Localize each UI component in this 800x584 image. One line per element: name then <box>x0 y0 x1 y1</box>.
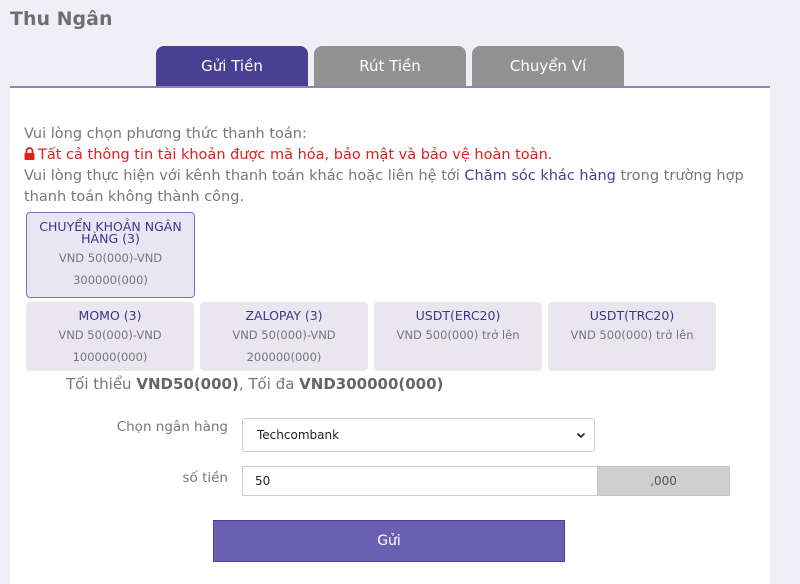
bank-select-value: Techcombank <box>257 428 340 442</box>
method-name: ZALOPAY (3) <box>245 308 323 323</box>
chevron-down-icon <box>576 432 586 439</box>
security-warning-text: Tất cả thông tin tài khoản được mã hóa, … <box>38 147 553 163</box>
method-range: VND 50(000)-VND 300000(000) <box>58 251 163 287</box>
method-bank-transfer[interactable]: CHUYỂN KHOẢN NGÂN HÀNG (3) VND 50(000)-V… <box>26 212 195 298</box>
method-zalopay[interactable]: ZALOPAY (3) VND 50(000)-VND 200000(000) <box>200 302 368 371</box>
intro-line-3: Vui lòng thực hiện với kênh thanh toán k… <box>24 166 744 208</box>
intro-text: Vui lòng chọn phương thức thanh toán: Tấ… <box>24 124 744 208</box>
submit-button[interactable]: Gửi <box>213 520 565 562</box>
lock-icon <box>24 147 35 160</box>
page-title: Thu Ngân <box>10 8 113 30</box>
limit-max-value: VND300000(000) <box>299 375 444 393</box>
method-name: USDT(ERC20) <box>415 308 501 323</box>
tab-wallet-transfer[interactable]: Chuyển Ví <box>472 46 624 86</box>
intro-line-3-prefix: Vui lòng thực hiện với kênh thanh toán k… <box>24 168 465 184</box>
intro-line-1: Vui lòng chọn phương thức thanh toán: <box>24 126 307 142</box>
method-name: MOMO (3) <box>78 308 142 323</box>
bank-label: Chọn ngân hàng <box>116 419 228 435</box>
method-name: CHUYỂN KHOẢN NGÂN HÀNG (3) <box>39 219 182 246</box>
support-link[interactable]: Chăm sóc khác hàng <box>464 168 615 184</box>
method-name: USDT(TRC20) <box>589 308 675 323</box>
method-usdt-erc20[interactable]: USDT(ERC20) VND 500(000) trở lên <box>374 302 542 371</box>
amount-label: số tiền <box>182 470 229 486</box>
method-range: VND 50(000)-VND 200000(000) <box>232 328 336 364</box>
deposit-panel: Vui lòng chọn phương thức thanh toán: Tấ… <box>10 86 770 584</box>
tab-withdraw[interactable]: Rút Tiền <box>314 46 466 86</box>
method-momo[interactable]: MOMO (3) VND 50(000)-VND 100000(000) <box>26 302 194 371</box>
security-warning: Tất cả thông tin tài khoản được mã hóa, … <box>24 145 744 166</box>
limit-max-prefix: , Tối đa <box>238 375 300 393</box>
limit-min-value: VND50(000) <box>136 375 239 393</box>
deposit-limit: Tối thiểu VND50(000), Tối đa VND300000(0… <box>66 375 443 393</box>
method-range: VND 500(000) trở lên <box>396 328 520 342</box>
bank-select[interactable]: Techcombank <box>242 418 595 452</box>
method-range: VND 50(000)-VND 100000(000) <box>58 328 162 364</box>
method-range: VND 500(000) trở lên <box>570 328 694 342</box>
limit-min-prefix: Tối thiểu <box>66 375 137 393</box>
amount-suffix: ,000 <box>597 466 730 496</box>
amount-input[interactable]: 50 <box>242 466 597 496</box>
method-usdt-trc20[interactable]: USDT(TRC20) VND 500(000) trở lên <box>548 302 716 371</box>
tab-deposit[interactable]: Gửi Tiền <box>156 46 308 86</box>
